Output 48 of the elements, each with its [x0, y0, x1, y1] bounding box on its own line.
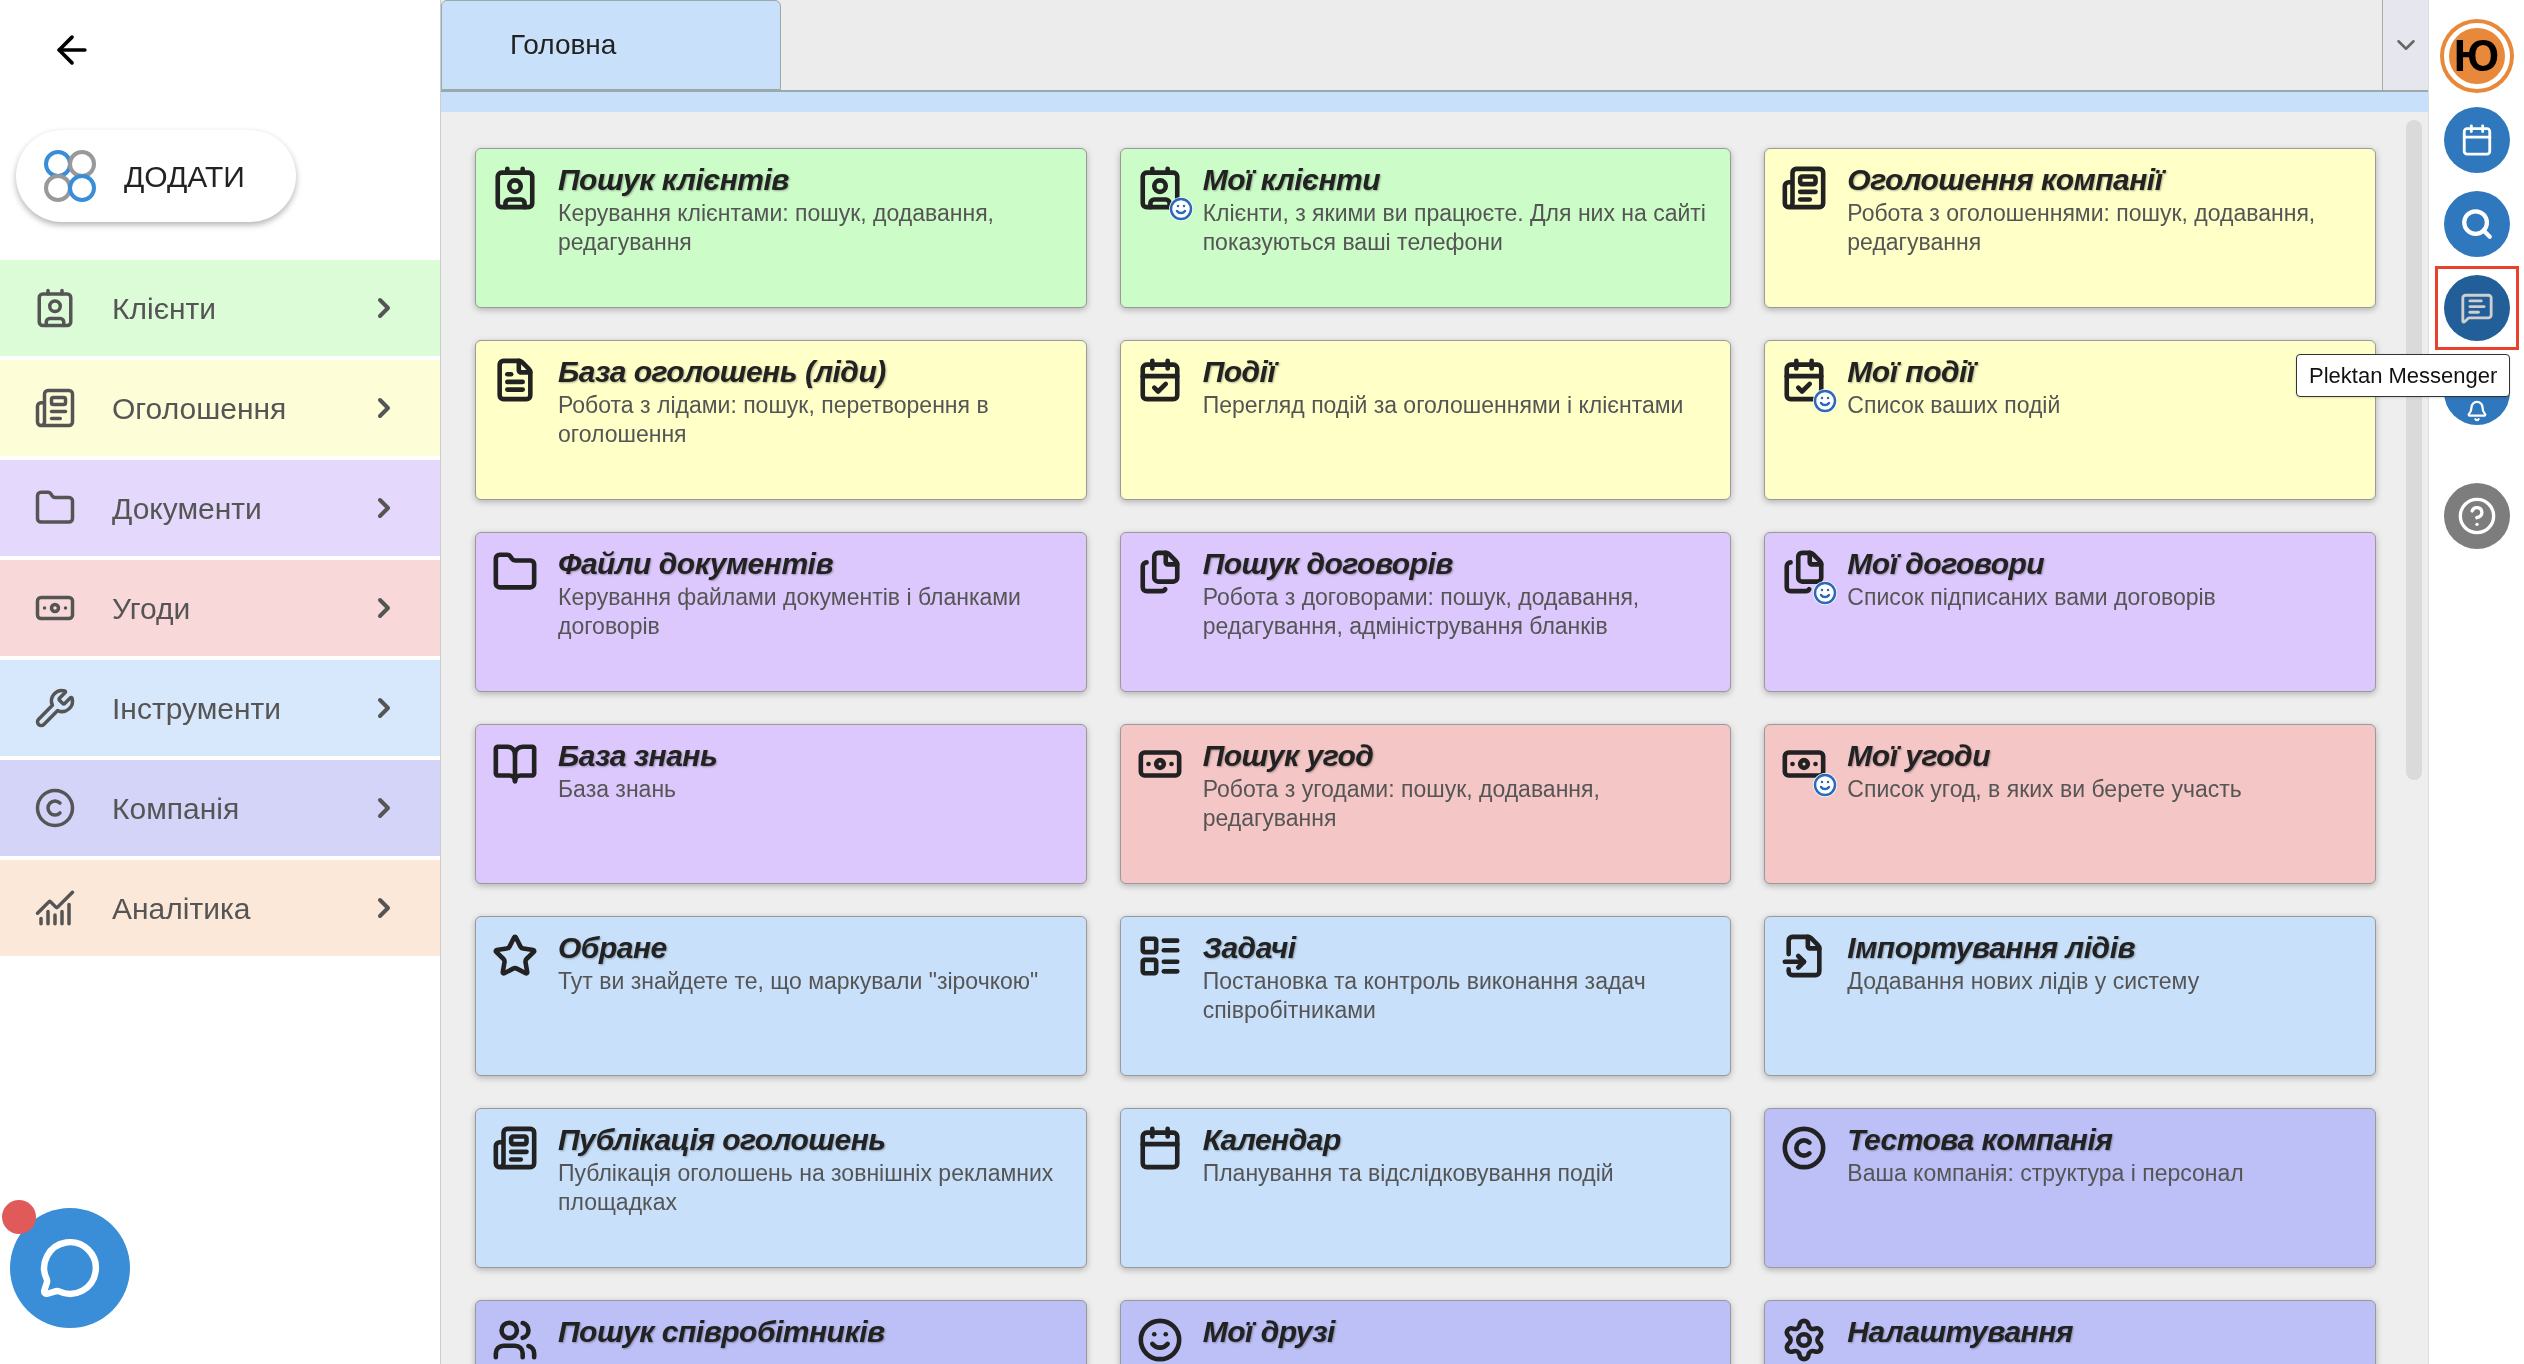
- tooltip: Plektan Messenger: [2296, 354, 2511, 397]
- card-title: Публікація оголошень: [558, 1122, 887, 1158]
- sidebar-label: Оголошення: [112, 390, 288, 427]
- card-description: Список ваших подій: [1847, 391, 2061, 420]
- card-title: Пошук договорів: [1202, 546, 1454, 582]
- card-title: Пошук клієнтів: [558, 162, 790, 198]
- avatar-letter: Ю: [2453, 34, 2500, 78]
- card-title: Мої події: [1847, 353, 2061, 391]
- card-title: Файли документів: [558, 546, 834, 582]
- card-description: Керування клієнтами: пошук, додавання, редагування: [558, 199, 995, 257]
- card-title: Мої друзі: [1202, 1314, 1335, 1350]
- card-description: Керування файлами документів і бланками договорів: [558, 583, 1022, 641]
- card-description: База знань: [558, 775, 678, 804]
- card-description: Додавання нових лідів у систему: [1847, 967, 2200, 996]
- card-description: Список угод, в яких ви берете участь: [1847, 775, 2242, 804]
- card-description: Перегляд подій за оголошеннями і клієнтами: [1202, 391, 1684, 420]
- sidebar-label: Інструменти: [112, 690, 283, 727]
- card-title: Мої договори: [1847, 546, 2046, 582]
- sidebar-label: Угоди: [112, 590, 192, 627]
- sidebar-label: Компанія: [112, 790, 241, 827]
- sidebar-label: Документи: [112, 490, 263, 527]
- card-title: Оголошення компанії: [1847, 161, 2359, 199]
- card-description: Планування та відслідковування подій: [1202, 1159, 1614, 1188]
- card-description: Робота з угодами: пошук, додавання, редагування: [1202, 775, 1601, 833]
- sidebar-label: Клієнти: [112, 290, 218, 327]
- card-title: Імпортування лідів: [1847, 930, 2137, 966]
- card-description: Тут ви знайдете те, що маркували "зірочкою": [558, 967, 1039, 996]
- card-description: Робота з лідами: пошук, перетворення в оголошення: [558, 391, 990, 449]
- card-title: Тестова компанія: [1847, 1122, 2114, 1158]
- card-title: Обране: [558, 930, 668, 966]
- card-description: Список підписаних вами договорів: [1847, 583, 2216, 612]
- card-title: Мої клієнти: [1202, 162, 1382, 198]
- card-description: Постановка та контроль виконання задач співробітниками: [1202, 967, 1647, 1025]
- card-title: Налаштування: [1847, 1314, 2073, 1350]
- card-description: Робота з оголошеннями: пошук, додавання, редагування: [1847, 199, 2317, 257]
- card-description: Публікація оголошень на зовнішніх рекламних площадках: [558, 1159, 1055, 1217]
- card-title: Події: [1202, 353, 1684, 391]
- sidebar-label: Аналітика: [112, 890, 252, 927]
- card-title: Календар: [1202, 1122, 1342, 1158]
- card-description: Клієнти, з якими ви працюєте. Для них на сайті показуються ваші телефони: [1202, 199, 1707, 257]
- card-title: Пошук угод: [1202, 738, 1375, 774]
- card-title: Пошук співробітників: [558, 1314, 885, 1350]
- card-title: База знань: [558, 738, 718, 774]
- card-title: База оголошень (ліди): [558, 354, 887, 390]
- card-title: Мої угоди: [1847, 738, 1991, 774]
- card-title: Задачі: [1202, 930, 1298, 966]
- card-description: Робота з договорами: пошук, додавання, редагування, адміністрування бланків: [1202, 583, 1641, 641]
- card-description: Ваша компанія: структура і персонал: [1847, 1159, 2244, 1188]
